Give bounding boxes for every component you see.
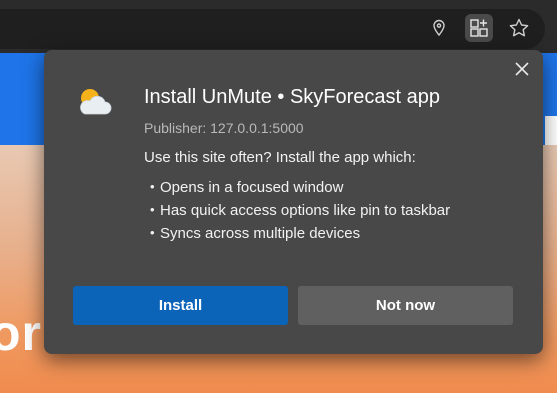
address-bar[interactable] <box>0 9 545 49</box>
page-edge-strip <box>545 116 557 145</box>
install-app-dialog: Install UnMute • SkyForecast app Publish… <box>44 50 543 354</box>
close-icon[interactable] <box>509 56 535 82</box>
feature-item: Opens in a focused window <box>150 178 450 201</box>
location-icon[interactable] <box>425 14 453 42</box>
feature-list: Opens in a focused window Has quick acce… <box>150 178 450 247</box>
not-now-button[interactable]: Not now <box>298 286 513 325</box>
favorites-star-icon[interactable] <box>505 14 533 42</box>
feature-item: Syncs across multiple devices <box>150 224 450 247</box>
feature-item: Has quick access options like pin to tas… <box>150 201 450 224</box>
dialog-question: Use this site often? Install the app whi… <box>144 149 416 166</box>
dialog-title: Install UnMute • SkyForecast app <box>144 86 441 108</box>
install-button[interactable]: Install <box>73 286 288 325</box>
app-available-icon[interactable] <box>465 14 493 42</box>
browser-toolbar <box>0 0 557 53</box>
partly-cloudy-icon <box>74 84 114 120</box>
publisher-text: Publisher: 127.0.0.1:5000 <box>144 120 304 136</box>
